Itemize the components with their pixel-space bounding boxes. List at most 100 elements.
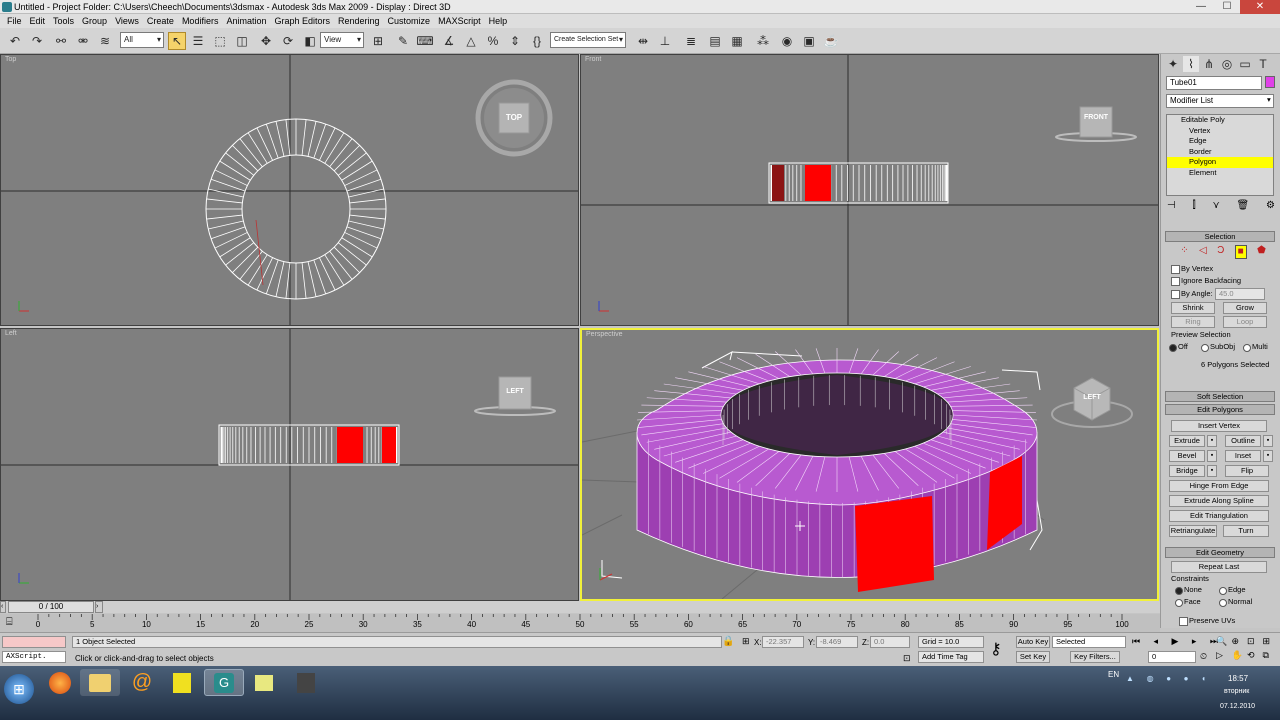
current-frame-field[interactable]: 0 <box>1148 651 1196 663</box>
turn-button[interactable]: Turn <box>1223 525 1269 537</box>
show-end-result-icon[interactable]: ⫿ <box>1192 200 1195 214</box>
notes-icon[interactable] <box>244 669 284 696</box>
extrude-along-spline-button[interactable]: Extrude Along Spline <box>1169 495 1269 507</box>
reference-coordinate-dropdown[interactable]: View <box>320 32 364 48</box>
window-crossing-icon[interactable]: ◫ <box>233 32 251 50</box>
time-slider-thumb[interactable]: 0 / 100 <box>8 601 94 613</box>
flip-button[interactable]: Flip <box>1225 465 1269 477</box>
edit-polygons-rollout-header[interactable]: Edit Polygons <box>1165 404 1275 415</box>
link-icon[interactable]: ⚯ <box>52 32 70 50</box>
object-name-field[interactable]: Tube01 <box>1166 76 1262 90</box>
constraint-face-radio[interactable]: Face <box>1175 597 1201 607</box>
stack-item-vertex[interactable]: Vertex <box>1167 126 1273 137</box>
menu-rendering[interactable]: Rendering <box>334 14 384 28</box>
preview-off-radio[interactable]: Off <box>1169 342 1188 352</box>
settings-box-icon[interactable]: ▪ <box>1263 435 1273 447</box>
modifier-list-dropdown[interactable]: Modifier List <box>1166 94 1274 108</box>
zoom-extents-all-icon[interactable]: ⊞ <box>1263 636 1279 650</box>
display-tab-icon[interactable]: ▭ <box>1237 56 1253 72</box>
stack-item-polygon[interactable]: Polygon <box>1167 157 1273 168</box>
stack-item-editable-poly[interactable]: Editable Poly <box>1167 115 1273 126</box>
settings-box-icon[interactable]: ▪ <box>1207 465 1217 477</box>
curve-editor-icon[interactable]: ▦ <box>728 32 746 50</box>
y-coordinate-field[interactable]: -8.469 <box>816 636 858 648</box>
menu-animation[interactable]: Animation <box>222 14 270 28</box>
viewport-top[interactable]: Top TOP <box>0 54 579 326</box>
move-icon[interactable]: ✥ <box>257 32 275 50</box>
by-vertex-checkbox[interactable]: By Vertex <box>1171 264 1213 274</box>
edit-triangulation-button[interactable]: Edit Triangulation <box>1169 510 1269 522</box>
menu-graph-editors[interactable]: Graph Editors <box>270 14 334 28</box>
material-editor-icon[interactable]: ◉ <box>778 32 796 50</box>
time-prev-icon[interactable]: ‹ <box>0 601 6 613</box>
selection-filter-dropdown[interactable]: All <box>120 32 164 48</box>
ring-button[interactable]: Ring <box>1171 316 1215 328</box>
menu-edit[interactable]: Edit <box>26 14 50 28</box>
x-coordinate-field[interactable]: -22.357 <box>762 636 804 648</box>
add-time-tag-button[interactable]: Add Time Tag <box>918 651 984 663</box>
soft-selection-rollout-header[interactable]: Soft Selection <box>1165 391 1275 402</box>
stack-item-border[interactable]: Border <box>1167 147 1273 158</box>
undo-icon[interactable]: ↶ <box>6 32 24 50</box>
time-tag-icon[interactable]: ⊡ <box>903 653 911 664</box>
absolute-mode-icon[interactable]: ⊞ <box>742 636 750 647</box>
zoom-extents-icon[interactable]: ⊡ <box>1247 636 1263 650</box>
schematic-view-icon[interactable]: ⁂ <box>754 32 772 50</box>
angle-spinner[interactable]: 45.0 <box>1215 288 1265 300</box>
menu-views[interactable]: Views <box>111 14 143 28</box>
edit-geometry-rollout-header[interactable]: Edit Geometry <box>1165 547 1275 558</box>
select-by-name-icon[interactable]: ☰ <box>189 32 207 50</box>
menu-customize[interactable]: Customize <box>384 14 435 28</box>
time-slider[interactable]: ‹ 0 / 100 › <box>0 601 1160 613</box>
preview-subobj-radio[interactable]: SubObj <box>1201 342 1235 352</box>
menu-group[interactable]: Group <box>78 14 111 28</box>
3dsmax-taskbar-icon[interactable]: G <box>204 669 244 696</box>
repeat-last-button[interactable]: Repeat Last <box>1171 561 1267 573</box>
tray-security-icon[interactable]: ● <box>1166 674 1171 683</box>
select-manipulate-icon[interactable]: ✎ <box>394 32 412 50</box>
make-unique-icon[interactable]: ⋎ <box>1212 200 1219 214</box>
menu-create[interactable]: Create <box>143 14 178 28</box>
menu-maxscript[interactable]: MAXScript <box>434 14 485 28</box>
configure-modifier-sets-icon[interactable]: ⚙ <box>1266 200 1275 214</box>
bevel-button[interactable]: Bevel <box>1169 450 1205 462</box>
bind-space-warp-icon[interactable]: ≋ <box>96 32 114 50</box>
named-selection-sets-input[interactable]: Create Selection Set <box>550 32 626 48</box>
tray-network-icon[interactable]: ◍ <box>1147 674 1154 683</box>
viewport-front[interactable]: Front FRONT <box>580 54 1159 326</box>
tool-icon[interactable] <box>286 669 326 696</box>
tray-update-icon[interactable]: ● <box>1184 674 1189 683</box>
mirror-icon[interactable]: ⇹ <box>634 32 652 50</box>
hinge-from-edge-button[interactable]: Hinge From Edge <box>1169 480 1269 492</box>
play-icon[interactable]: ▶ <box>1172 636 1179 648</box>
maximize-button[interactable]: ☐ <box>1214 0 1240 14</box>
viewcube-face-label[interactable]: FRONT <box>1081 114 1111 121</box>
timeline-ruler[interactable]: ⌸ 0 5 10 15 20 25 30 35 40 45 50 55 60 65 70 75 80 85 90 95… <box>0 614 1160 632</box>
set-key-icon[interactable]: ⚷ <box>990 639 1002 659</box>
app-icon[interactable] <box>2 2 12 12</box>
render-setup-icon[interactable]: ▣ <box>800 32 818 50</box>
close-button[interactable]: ✕ <box>1240 0 1280 14</box>
insert-vertex-button[interactable]: Insert Vertex <box>1171 420 1267 432</box>
rotate-icon[interactable]: ⟳ <box>279 32 297 50</box>
pivot-center-icon[interactable]: ⊞ <box>369 32 387 50</box>
menu-file[interactable]: File <box>3 14 26 28</box>
media-icon[interactable] <box>162 669 202 696</box>
set-key-button[interactable]: Set Key <box>1016 651 1050 663</box>
border-level-icon[interactable]: Ɔ <box>1217 245 1224 259</box>
spinner-snap-icon[interactable]: ⇕ <box>506 32 524 50</box>
settings-box-icon[interactable]: ▪ <box>1207 435 1217 447</box>
clock-time[interactable]: 18:57 <box>1228 674 1248 683</box>
firefox-icon[interactable] <box>40 669 80 696</box>
viewcube-face-label[interactable]: LEFT <box>502 388 528 395</box>
auto-key-button[interactable]: Auto Key <box>1016 636 1050 648</box>
shrink-button[interactable]: Shrink <box>1171 302 1215 314</box>
rectangular-selection-icon[interactable]: ⬚ <box>211 32 229 50</box>
constraint-none-radio[interactable]: None <box>1175 585 1202 595</box>
minimize-button[interactable]: — <box>1188 0 1214 14</box>
edge-level-icon[interactable]: ◁ <box>1199 245 1207 259</box>
key-filters-button[interactable]: Key Filters... <box>1070 651 1120 663</box>
lock-selection-icon[interactable]: 🔒 <box>722 636 734 647</box>
orbit-icon[interactable]: ⟲ <box>1247 650 1263 664</box>
select-object-icon[interactable]: ↖ <box>168 32 186 50</box>
